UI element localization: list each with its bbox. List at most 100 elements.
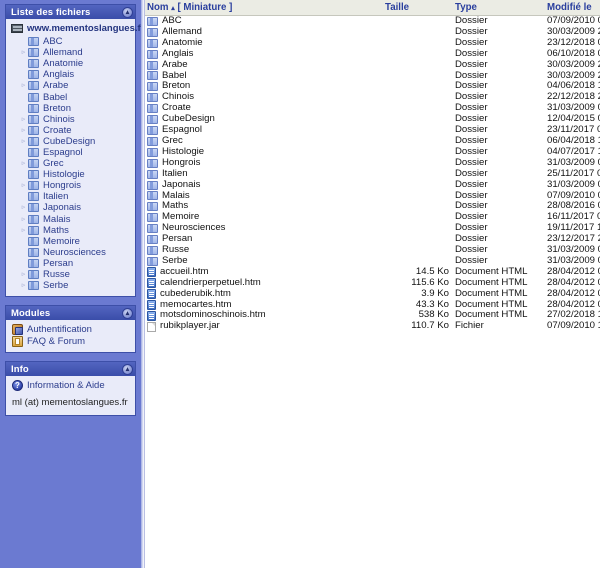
expand-arrow-icon[interactable]: ▹ <box>19 227 28 234</box>
folder-icon <box>28 92 39 102</box>
tree-root-site[interactable]: www.mementoslangues.fr <box>9 22 141 36</box>
tree-item-label: Arabe <box>43 80 69 92</box>
table-row[interactable]: Malais Dossier 07/09/2010 09:06 <box>145 191 600 202</box>
folder-icon <box>147 49 158 59</box>
cell-modified: 22/12/2018 21:42 <box>547 92 600 103</box>
file-name-label: Anglais <box>162 48 194 59</box>
tree-item-maths[interactable]: ▹ Maths <box>9 225 133 236</box>
file-name-label: Arabe <box>162 59 188 70</box>
tree-item-russe[interactable]: ▹ Russe <box>9 269 133 280</box>
name-cell-content: ABC <box>147 16 379 27</box>
table-row[interactable]: Hongrois Dossier 31/03/2009 05:18 <box>145 158 600 169</box>
tree-root-label: www.mementoslangues.fr <box>27 23 141 34</box>
table-row[interactable]: Grec Dossier 06/04/2018 11:34 <box>145 136 600 147</box>
table-row[interactable]: motsdominoschinois.htm 538 Ko Document HTM… <box>145 310 600 321</box>
tree-item-italien[interactable]: ▹Italien <box>9 191 133 202</box>
table-row[interactable]: Histologie Dossier 04/07/2017 13:58 <box>145 147 600 158</box>
tree-item-espagnol[interactable]: ▹Espagnol <box>9 147 133 158</box>
expand-arrow-icon[interactable]: ▹ <box>19 282 28 289</box>
table-row[interactable]: rubikplayer.jar 110.7 Ko Fichier 07/09/2010… <box>145 321 600 332</box>
tree-item-allemand[interactable]: ▹ Allemand <box>9 47 133 58</box>
module-link-faq-forum[interactable]: FAQ & Forum <box>9 335 133 347</box>
collapse-icon[interactable]: ▴ <box>122 363 133 375</box>
info-link-information-aide[interactable]: ? Information & Aide <box>9 379 133 391</box>
collapse-icon[interactable]: ▴ <box>122 307 133 319</box>
folder-icon <box>28 125 39 135</box>
column-header-modified[interactable]: Modifié le <box>545 0 600 16</box>
tree-item-anatomie[interactable]: ▹Anatomie <box>9 58 133 69</box>
tree-item-arabe[interactable]: ▹ Arabe <box>9 80 133 91</box>
expand-arrow-icon[interactable]: ▹ <box>19 271 28 278</box>
expand-arrow-icon[interactable]: ▹ <box>19 82 28 89</box>
expand-arrow-icon[interactable]: ▹ <box>19 182 28 189</box>
cell-name: Neurosciences <box>145 223 383 234</box>
module-link-authentification[interactable]: Authentification <box>9 323 133 335</box>
expand-arrow-icon[interactable]: ▹ <box>19 216 28 223</box>
table-row[interactable]: Russe Dossier 31/03/2009 06:01 <box>145 245 600 256</box>
folder-icon <box>147 115 158 125</box>
server-icon <box>11 24 23 33</box>
tree-item-breton[interactable]: ▹Breton <box>9 103 133 114</box>
tree-item-babel[interactable]: ▹Babel <box>9 91 133 103</box>
tree-item-persan[interactable]: ▹Persan <box>9 258 133 269</box>
tree-item-serbe[interactable]: ▹ Serbe <box>9 280 133 291</box>
tree-item-chinois[interactable]: ▹ Chinois <box>9 114 133 125</box>
tree-item-hongrois[interactable]: ▹ Hongrois <box>9 180 133 191</box>
tree-item-abc[interactable]: ▹ABC <box>9 36 133 47</box>
table-row[interactable]: cubederubik.htm 3.9 Ko Document HTML 28/04/… <box>145 289 600 300</box>
tree-item-label: Italien <box>43 191 69 203</box>
cell-name: Breton <box>145 81 383 92</box>
folder-icon <box>147 202 158 212</box>
tree-item-memoire[interactable]: ▹Memoire <box>9 236 133 247</box>
table-row[interactable]: Anatomie Dossier 23/12/2018 09:35 <box>145 38 600 49</box>
name-cell-content: Maths <box>147 201 379 212</box>
tree-item-label: Histologie <box>43 169 85 181</box>
table-row[interactable]: Arabe Dossier 30/03/2009 20:59 <box>145 60 600 71</box>
table-row[interactable]: Japonais Dossier 31/03/2009 05:35 <box>145 180 600 191</box>
table-row[interactable]: Breton Dossier 04/06/2018 18:54 <box>145 81 600 92</box>
expand-arrow-icon[interactable]: ▹ <box>19 204 28 211</box>
cell-size <box>383 223 453 234</box>
column-header-type[interactable]: Type <box>453 0 545 16</box>
table-row[interactable]: Croate Dossier 31/03/2009 05:14 <box>145 103 600 114</box>
expand-arrow-icon[interactable]: ▹ <box>19 49 28 56</box>
tree-item-histologie[interactable]: ▹Histologie <box>9 169 133 180</box>
file-name-label: Maths <box>162 201 189 212</box>
table-row[interactable]: Memoire Dossier 16/11/2017 06:45 <box>145 212 600 223</box>
tree-item-anglais[interactable]: ▹Anglais <box>9 69 133 80</box>
tree-item-croate[interactable]: ▹ Croate <box>9 125 133 136</box>
tree-item-grec[interactable]: ▹ Grec <box>9 158 133 169</box>
table-row[interactable]: accueil.htm 14.5 Ko Document HTML 28/04/201… <box>145 267 600 278</box>
table-row[interactable]: memocartes.htm 43.3 Ko Document HTML 28/04/… <box>145 300 600 311</box>
tree-item-japonais[interactable]: ▹ Japonais <box>9 202 133 213</box>
column-header-size[interactable]: Taille <box>383 0 453 16</box>
name-cell-content: Serbe <box>147 256 379 267</box>
tree-item-malais[interactable]: ▹ Malais <box>9 214 133 225</box>
table-row[interactable]: ABC Dossier 07/09/2010 08:58 <box>145 16 600 27</box>
table-row[interactable]: Serbe Dossier 31/03/2009 06:02 <box>145 256 600 267</box>
tree-item-neurosciences[interactable]: ▹Neurosciences <box>9 247 133 258</box>
expand-arrow-icon[interactable]: ▹ <box>19 116 28 123</box>
table-row[interactable]: Chinois Dossier 22/12/2018 21:42 <box>145 92 600 103</box>
table-row[interactable]: Maths Dossier 28/08/2016 08:31 <box>145 201 600 212</box>
table-row[interactable]: Italien Dossier 25/11/2017 09:37 <box>145 169 600 180</box>
table-row[interactable]: calendrierperpetuel.htm 115.6 Ko Document … <box>145 278 600 289</box>
table-row[interactable]: Espagnol Dossier 23/11/2017 08:30 <box>145 125 600 136</box>
table-row[interactable]: CubeDesign Dossier 12/04/2015 08:23 <box>145 114 600 125</box>
panel-info-title: Info <box>11 363 29 375</box>
tree-item-cubedesign[interactable]: ▹ CubeDesign <box>9 136 133 147</box>
expand-arrow-icon[interactable]: ▹ <box>19 160 28 167</box>
cell-type: Document HTML <box>455 310 528 321</box>
table-row[interactable]: Neurosciences Dossier 19/11/2017 18:24 <box>145 223 600 234</box>
folder-icon <box>28 103 39 113</box>
cell-size: 43.3 Ko <box>415 299 449 310</box>
collapse-icon[interactable]: ▴ <box>122 6 133 18</box>
table-row[interactable]: Anglais Dossier 06/10/2018 09:52 <box>145 49 600 60</box>
column-header-name[interactable]: Nom ▴ [ Miniature ] <box>145 0 383 16</box>
column-header-thumbnail-toggle[interactable]: [ Miniature ] <box>177 2 232 13</box>
expand-arrow-icon[interactable]: ▹ <box>19 138 28 145</box>
table-row[interactable]: Persan Dossier 23/12/2017 20:56 <box>145 234 600 245</box>
table-row[interactable]: Allemand Dossier 30/03/2009 20:18 <box>145 27 600 38</box>
expand-arrow-icon[interactable]: ▹ <box>19 127 28 134</box>
table-row[interactable]: Babel Dossier 30/03/2009 21:15 <box>145 71 600 82</box>
